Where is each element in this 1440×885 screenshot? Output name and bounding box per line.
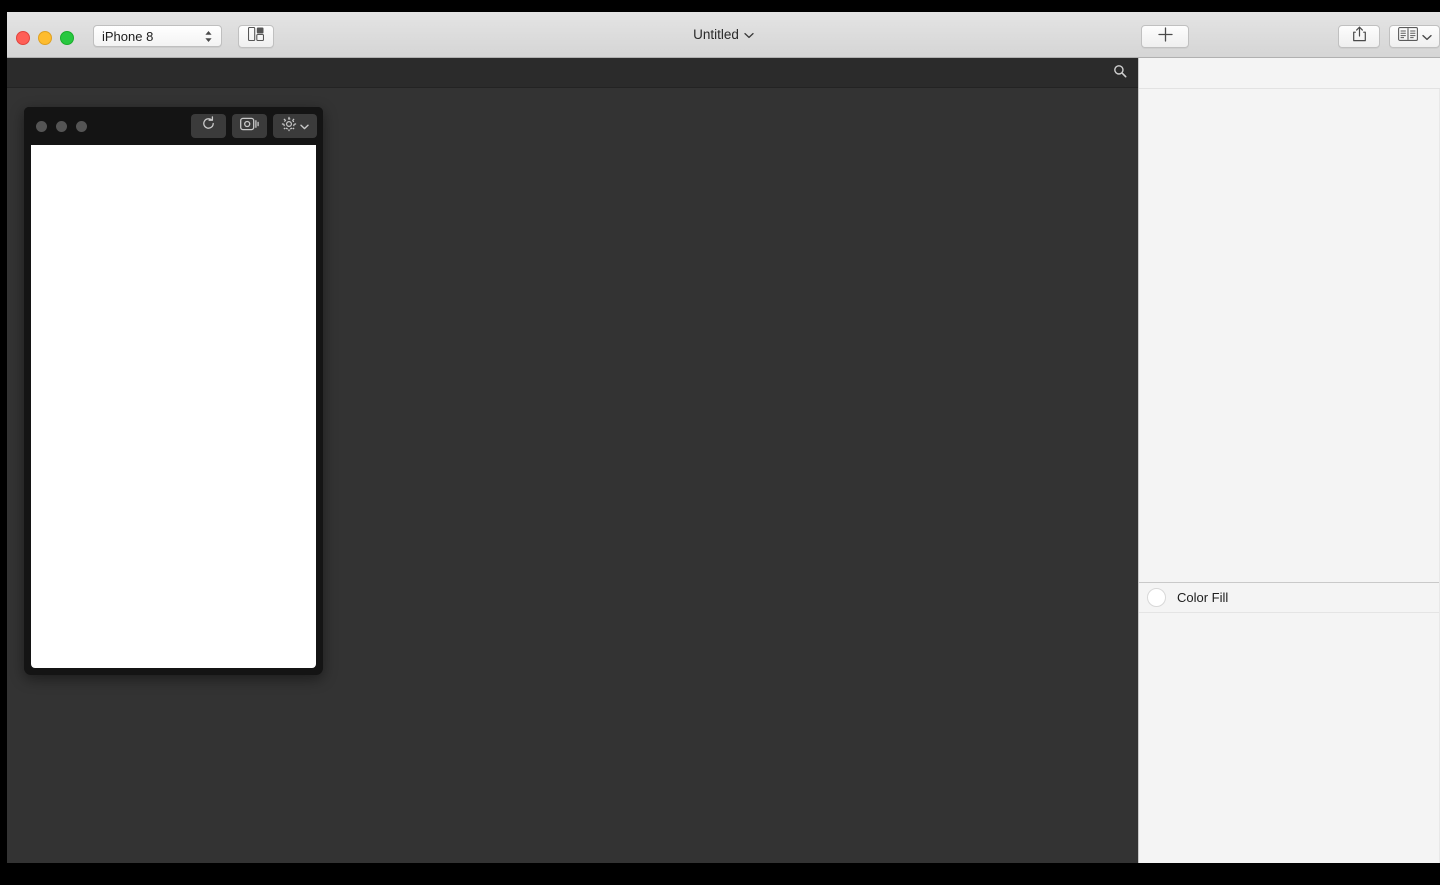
maximize-window-button[interactable] bbox=[60, 31, 74, 45]
app-window: iPhone 8 Untitled Color Fill bbox=[7, 12, 1440, 863]
close-window-button[interactable] bbox=[16, 31, 30, 45]
body-area: Color Fill bbox=[7, 58, 1440, 863]
color-swatch-icon[interactable] bbox=[1147, 588, 1166, 607]
window-title-text: Untitled bbox=[693, 26, 739, 42]
chevron-down-icon bbox=[300, 117, 309, 135]
reload-icon bbox=[201, 116, 216, 136]
share-icon bbox=[1352, 26, 1367, 47]
split-layout-icon bbox=[247, 26, 265, 46]
canvas-toolbar bbox=[7, 58, 1138, 88]
library-book-icon bbox=[1397, 27, 1418, 46]
inspector-properties-area[interactable] bbox=[1139, 89, 1440, 583]
list-item[interactable]: Color Fill bbox=[1139, 583, 1440, 613]
inspector-header bbox=[1139, 58, 1440, 89]
traffic-lights bbox=[16, 31, 74, 45]
up-down-stepper-icon bbox=[200, 29, 216, 44]
gear-icon bbox=[281, 116, 297, 137]
list-item-label: Color Fill bbox=[1177, 590, 1229, 605]
add-button[interactable] bbox=[1141, 25, 1189, 48]
search-button[interactable] bbox=[1109, 62, 1131, 84]
library-button[interactable] bbox=[1389, 25, 1440, 48]
inspector-panel: Color Fill bbox=[1138, 58, 1440, 863]
device-popup-button[interactable]: iPhone 8 bbox=[93, 25, 222, 47]
chevron-down-icon[interactable] bbox=[744, 27, 754, 42]
device-minimize-button[interactable] bbox=[56, 121, 67, 132]
device-popup-value: iPhone 8 bbox=[102, 28, 154, 44]
minimize-window-button[interactable] bbox=[38, 31, 52, 45]
screen-record-icon bbox=[240, 117, 259, 136]
plus-icon bbox=[1157, 26, 1173, 47]
record-button[interactable] bbox=[232, 114, 267, 138]
settings-button[interactable] bbox=[273, 114, 317, 138]
reload-button[interactable] bbox=[191, 114, 226, 138]
device-screen-canvas[interactable] bbox=[31, 145, 316, 668]
chevron-down-icon bbox=[1421, 28, 1432, 46]
device-preview-window[interactable] bbox=[24, 107, 323, 675]
share-button[interactable] bbox=[1338, 25, 1380, 48]
device-close-button[interactable] bbox=[36, 121, 47, 132]
titlebar: iPhone 8 Untitled bbox=[7, 12, 1440, 58]
device-maximize-button[interactable] bbox=[76, 121, 87, 132]
device-window-chrome bbox=[24, 107, 323, 145]
split-layout-button[interactable] bbox=[238, 25, 274, 48]
device-traffic-lights bbox=[36, 121, 87, 132]
search-icon bbox=[1113, 64, 1127, 83]
canvas-area[interactable] bbox=[7, 58, 1138, 863]
